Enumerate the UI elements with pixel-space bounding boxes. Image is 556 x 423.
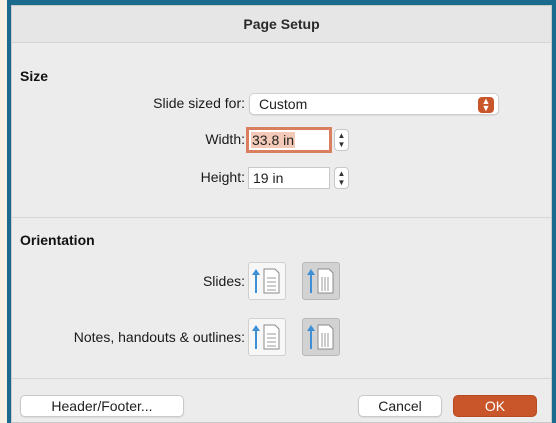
landscape-orientation-icon bbox=[307, 268, 334, 294]
height-stepper[interactable]: ▲ ▼ bbox=[334, 167, 349, 189]
notes-orientation-label: Notes, handouts & outlines: bbox=[73, 329, 245, 345]
size-heading: Size bbox=[20, 68, 49, 84]
section-divider bbox=[12, 217, 551, 218]
notes-portrait-button[interactable] bbox=[248, 318, 286, 356]
cancel-button[interactable]: Cancel bbox=[358, 395, 442, 417]
portrait-orientation-icon bbox=[252, 268, 280, 294]
cancel-label: Cancel bbox=[378, 398, 422, 414]
height-value: 19 in bbox=[253, 170, 284, 186]
height-label: Height: bbox=[200, 169, 245, 185]
slides-portrait-button[interactable] bbox=[248, 262, 286, 300]
title-bar: Page Setup bbox=[12, 6, 551, 43]
footer-divider bbox=[12, 378, 551, 379]
header-footer-button[interactable]: Header/Footer... bbox=[20, 395, 184, 417]
width-field[interactable]: 33.8 in bbox=[246, 127, 332, 153]
slide-sized-for-label: Slide sized for: bbox=[153, 95, 245, 111]
slides-landscape-button[interactable] bbox=[302, 262, 340, 300]
landscape-orientation-icon bbox=[307, 324, 334, 350]
chevron-up-down-icon: ▲ ▼ bbox=[478, 97, 494, 113]
page-setup-dialog: Page Setup Size Slide sized for: Custom … bbox=[11, 5, 552, 423]
width-value: 33.8 in bbox=[251, 132, 296, 148]
header-footer-label: Header/Footer... bbox=[51, 398, 153, 414]
portrait-orientation-icon bbox=[252, 324, 280, 350]
slide-size-popup[interactable]: Custom ▲ ▼ bbox=[249, 93, 499, 115]
ok-button[interactable]: OK bbox=[453, 395, 537, 417]
orientation-heading: Orientation bbox=[20, 232, 95, 248]
slide-size-value: Custom bbox=[259, 96, 308, 112]
notes-landscape-button[interactable] bbox=[302, 318, 340, 356]
width-label: Width: bbox=[205, 131, 245, 147]
dialog-title: Page Setup bbox=[243, 16, 320, 32]
width-stepper[interactable]: ▲ ▼ bbox=[334, 129, 349, 151]
height-field[interactable]: 19 in bbox=[248, 167, 330, 189]
slides-orientation-label: Slides: bbox=[202, 273, 245, 289]
ok-label: OK bbox=[484, 398, 506, 414]
